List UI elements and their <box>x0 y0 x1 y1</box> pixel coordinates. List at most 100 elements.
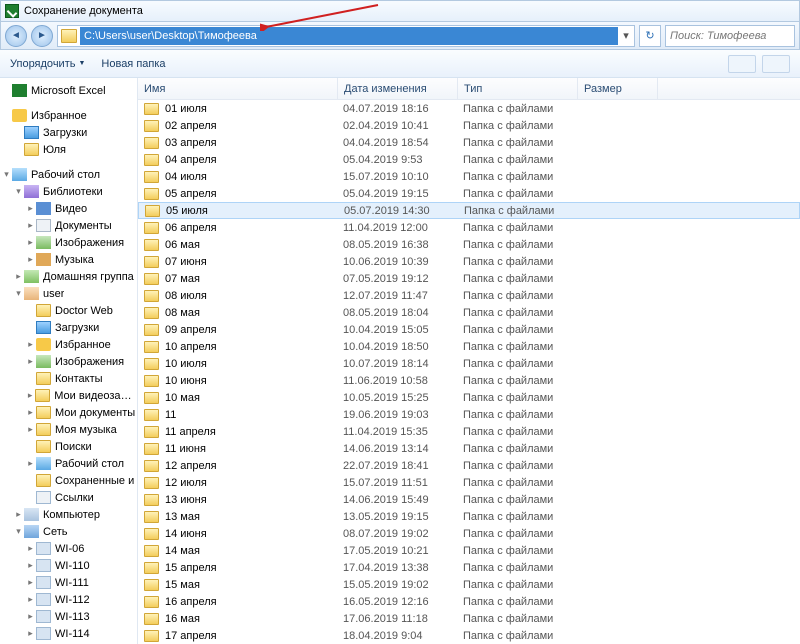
col-type[interactable]: Тип <box>458 78 578 99</box>
expand-icon[interactable]: ▸ <box>26 424 35 435</box>
help-button[interactable] <box>762 55 790 73</box>
file-row[interactable]: 14 мая17.05.2019 10:21Папка с файлами <box>138 542 800 559</box>
expand-icon[interactable]: ▸ <box>14 509 23 520</box>
file-row[interactable]: 07 мая07.05.2019 19:12Папка с файлами <box>138 270 800 287</box>
expand-icon[interactable]: ▸ <box>26 339 35 350</box>
file-row[interactable]: 08 июля12.07.2019 11:47Папка с файлами <box>138 287 800 304</box>
tree-item[interactable]: ▸WI-110 <box>0 557 137 574</box>
expand-icon[interactable]: ▸ <box>26 220 35 231</box>
file-row[interactable]: 10 апреля10.04.2019 18:50Папка с файлами <box>138 338 800 355</box>
expand-icon[interactable]: ▾ <box>14 526 23 537</box>
tree-item[interactable]: ▸WI-114 <box>0 625 137 642</box>
file-row[interactable]: 14 июня08.07.2019 19:02Папка с файлами <box>138 525 800 542</box>
refresh-button[interactable]: ↻ <box>639 25 661 47</box>
file-row[interactable]: 10 мая10.05.2019 15:25Папка с файлами <box>138 389 800 406</box>
tree-item[interactable]: ▾Сеть <box>0 523 137 540</box>
expand-icon[interactable]: ▸ <box>26 560 35 571</box>
tree-item[interactable]: ▸Мои документы <box>0 404 137 421</box>
col-name[interactable]: Имя <box>138 78 338 99</box>
back-button[interactable]: ◄ <box>5 25 27 47</box>
file-list[interactable]: 01 июля04.07.2019 18:16Папка с файлами02… <box>138 100 800 644</box>
expand-icon[interactable]: ▸ <box>26 356 35 367</box>
expand-icon[interactable]: ▸ <box>26 390 34 401</box>
expand-icon[interactable]: ▾ <box>14 288 23 299</box>
expand-icon[interactable]: ▸ <box>26 611 35 622</box>
tree-item[interactable]: ▸WI-111 <box>0 574 137 591</box>
file-row[interactable]: 17 апреля18.04.2019 9:04Папка с файлами <box>138 627 800 644</box>
file-row[interactable]: 13 июня14.06.2019 15:49Папка с файлами <box>138 491 800 508</box>
tree-item[interactable]: ▸Избранное <box>0 336 137 353</box>
expand-icon[interactable]: ▸ <box>26 407 35 418</box>
expand-icon[interactable]: ▸ <box>26 577 35 588</box>
file-row[interactable]: 01 июля04.07.2019 18:16Папка с файлами <box>138 100 800 117</box>
address-dropdown-icon[interactable]: ▾ <box>618 29 634 42</box>
file-row[interactable]: 11 июня14.06.2019 13:14Папка с файлами <box>138 440 800 457</box>
tree-item[interactable]: ▸WI-06 <box>0 540 137 557</box>
file-row[interactable]: 1119.06.2019 19:03Папка с файлами <box>138 406 800 423</box>
address-path[interactable]: C:\Users\user\Desktop\Тимофеева <box>80 27 618 45</box>
expand-icon[interactable]: ▾ <box>2 169 11 180</box>
file-row[interactable]: 02 апреля02.04.2019 10:41Папка с файлами <box>138 117 800 134</box>
search-input[interactable]: Поиск: Тимофеева <box>665 25 795 47</box>
file-row[interactable]: 03 апреля04.04.2019 18:54Папка с файлами <box>138 134 800 151</box>
file-row[interactable]: 05 апреля05.04.2019 19:15Папка с файлами <box>138 185 800 202</box>
expand-icon[interactable]: ▸ <box>26 628 35 639</box>
tree-item[interactable]: Загрузки <box>0 124 137 141</box>
file-row[interactable]: 06 апреля11.04.2019 12:00Папка с файлами <box>138 219 800 236</box>
tree-item[interactable]: Сохраненные и <box>0 472 137 489</box>
tree-item[interactable]: ▸Музыка <box>0 251 137 268</box>
file-row[interactable]: 05 июля05.07.2019 14:30Папка с файлами <box>138 202 800 219</box>
file-row[interactable]: 12 июля15.07.2019 11:51Папка с файлами <box>138 474 800 491</box>
expand-icon[interactable]: ▸ <box>26 237 35 248</box>
file-row[interactable]: 06 мая08.05.2019 16:38Папка с файлами <box>138 236 800 253</box>
tree-item[interactable]: ▸Компьютер <box>0 506 137 523</box>
tree-item[interactable]: ▸Видео <box>0 200 137 217</box>
expand-icon[interactable]: ▾ <box>14 186 23 197</box>
expand-icon[interactable]: ▸ <box>26 203 35 214</box>
tree-item[interactable]: ▸Изображения <box>0 234 137 251</box>
col-size[interactable]: Размер <box>578 78 658 99</box>
tree-item[interactable]: ▾user <box>0 285 137 302</box>
tree-item[interactable]: Doctor Web <box>0 302 137 319</box>
col-date[interactable]: Дата изменения <box>338 78 458 99</box>
organize-menu[interactable]: Упорядочить▼ <box>10 58 85 70</box>
tree-item[interactable]: ▸Мои видеозаписи <box>0 387 137 404</box>
file-row[interactable]: 07 июня10.06.2019 10:39Папка с файлами <box>138 253 800 270</box>
new-folder-button[interactable]: Новая папка <box>101 58 165 70</box>
file-row[interactable]: 10 июня11.06.2019 10:58Папка с файлами <box>138 372 800 389</box>
tree-item[interactable]: ▸Домашняя группа <box>0 268 137 285</box>
expand-icon[interactable]: ▸ <box>26 254 35 265</box>
tree-item[interactable]: Юля <box>0 141 137 158</box>
file-row[interactable]: 09 апреля10.04.2019 15:05Папка с файлами <box>138 321 800 338</box>
expand-icon[interactable]: ▸ <box>26 594 35 605</box>
file-row[interactable]: 04 июля15.07.2019 10:10Папка с файлами <box>138 168 800 185</box>
tree-item[interactable]: ▸Рабочий стол <box>0 455 137 472</box>
tree-item[interactable]: Избранное <box>0 107 137 124</box>
tree-item[interactable]: Контакты <box>0 370 137 387</box>
view-options-button[interactable] <box>728 55 756 73</box>
tree-item[interactable]: ▾Библиотеки <box>0 183 137 200</box>
address-bar[interactable]: C:\Users\user\Desktop\Тимофеева ▾ <box>57 25 635 47</box>
tree-item[interactable]: Ссылки <box>0 489 137 506</box>
file-row[interactable]: 15 мая15.05.2019 19:02Папка с файлами <box>138 576 800 593</box>
tree-item[interactable]: ▸Моя музыка <box>0 421 137 438</box>
file-row[interactable]: 10 июля10.07.2019 18:14Папка с файлами <box>138 355 800 372</box>
tree-item[interactable]: Поиски <box>0 438 137 455</box>
expand-icon[interactable]: ▸ <box>26 458 35 469</box>
file-row[interactable]: 16 апреля16.05.2019 12:16Папка с файлами <box>138 593 800 610</box>
file-row[interactable]: 13 мая13.05.2019 19:15Папка с файлами <box>138 508 800 525</box>
tree-item[interactable]: ▸WI-113 <box>0 608 137 625</box>
tree-item[interactable]: ▸Документы <box>0 217 137 234</box>
column-headers[interactable]: Имя Дата изменения Тип Размер <box>138 78 800 100</box>
file-row[interactable]: 11 апреля11.04.2019 15:35Папка с файлами <box>138 423 800 440</box>
expand-icon[interactable]: ▸ <box>26 543 35 554</box>
tree-item[interactable]: ▸WI-112 <box>0 591 137 608</box>
file-row[interactable]: 04 апреля05.04.2019 9:53Папка с файлами <box>138 151 800 168</box>
tree-item[interactable]: Microsoft Excel <box>0 82 137 99</box>
file-row[interactable]: 08 мая08.05.2019 18:04Папка с файлами <box>138 304 800 321</box>
file-row[interactable]: 15 апреля17.04.2019 13:38Папка с файлами <box>138 559 800 576</box>
tree-item[interactable]: Загрузки <box>0 319 137 336</box>
file-row[interactable]: 12 апреля22.07.2019 18:41Папка с файлами <box>138 457 800 474</box>
expand-icon[interactable]: ▸ <box>14 271 23 282</box>
forward-button[interactable]: ► <box>31 25 53 47</box>
